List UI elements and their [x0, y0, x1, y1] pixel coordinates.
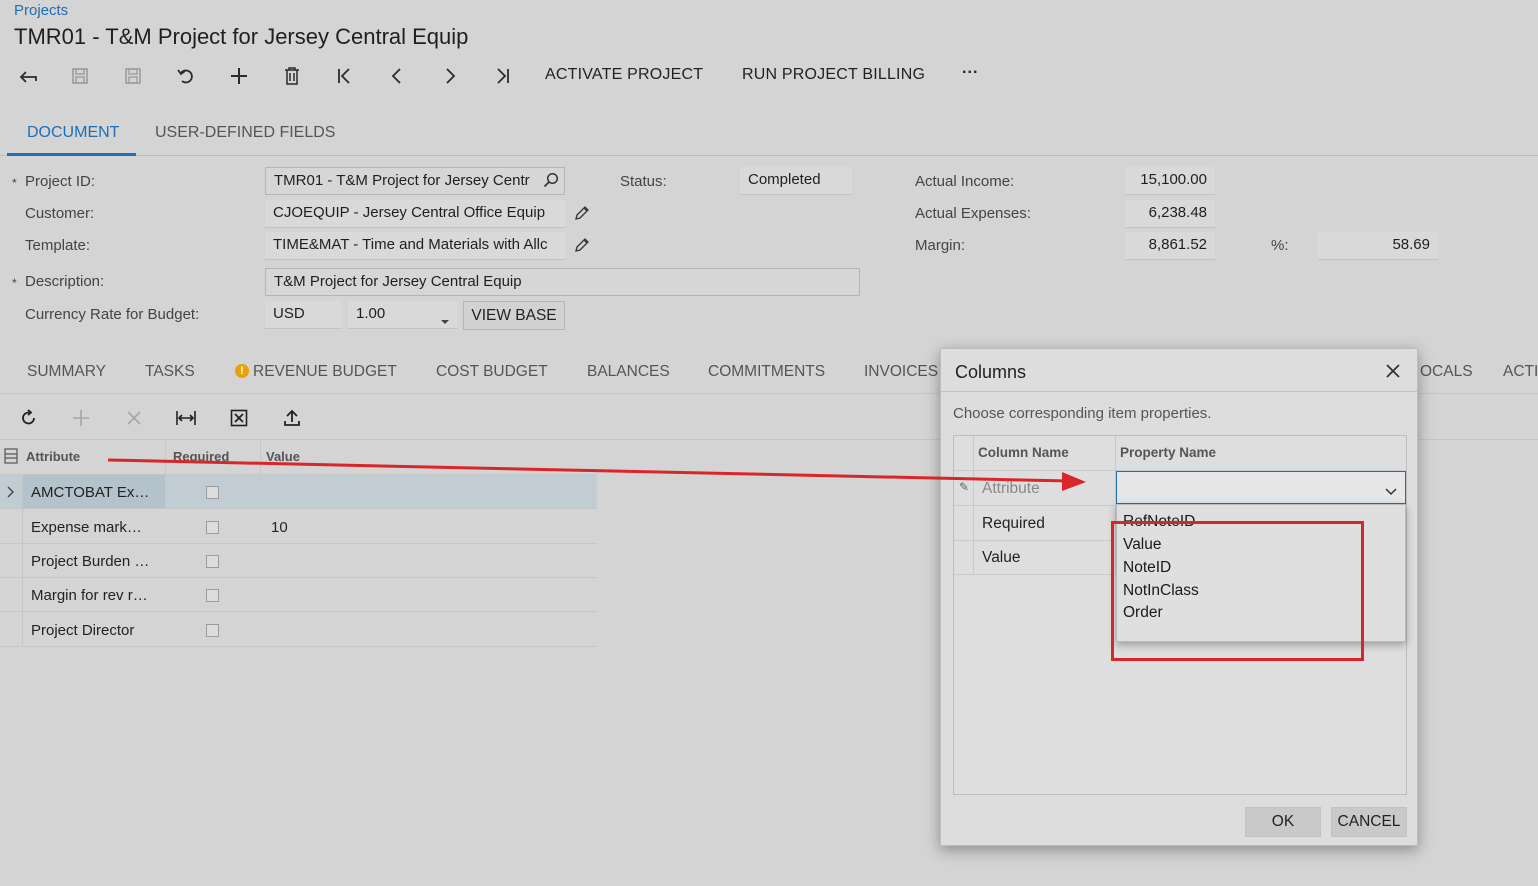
annotation-arrow — [107, 458, 1086, 491]
annotation-highlight-box — [1111, 521, 1364, 661]
